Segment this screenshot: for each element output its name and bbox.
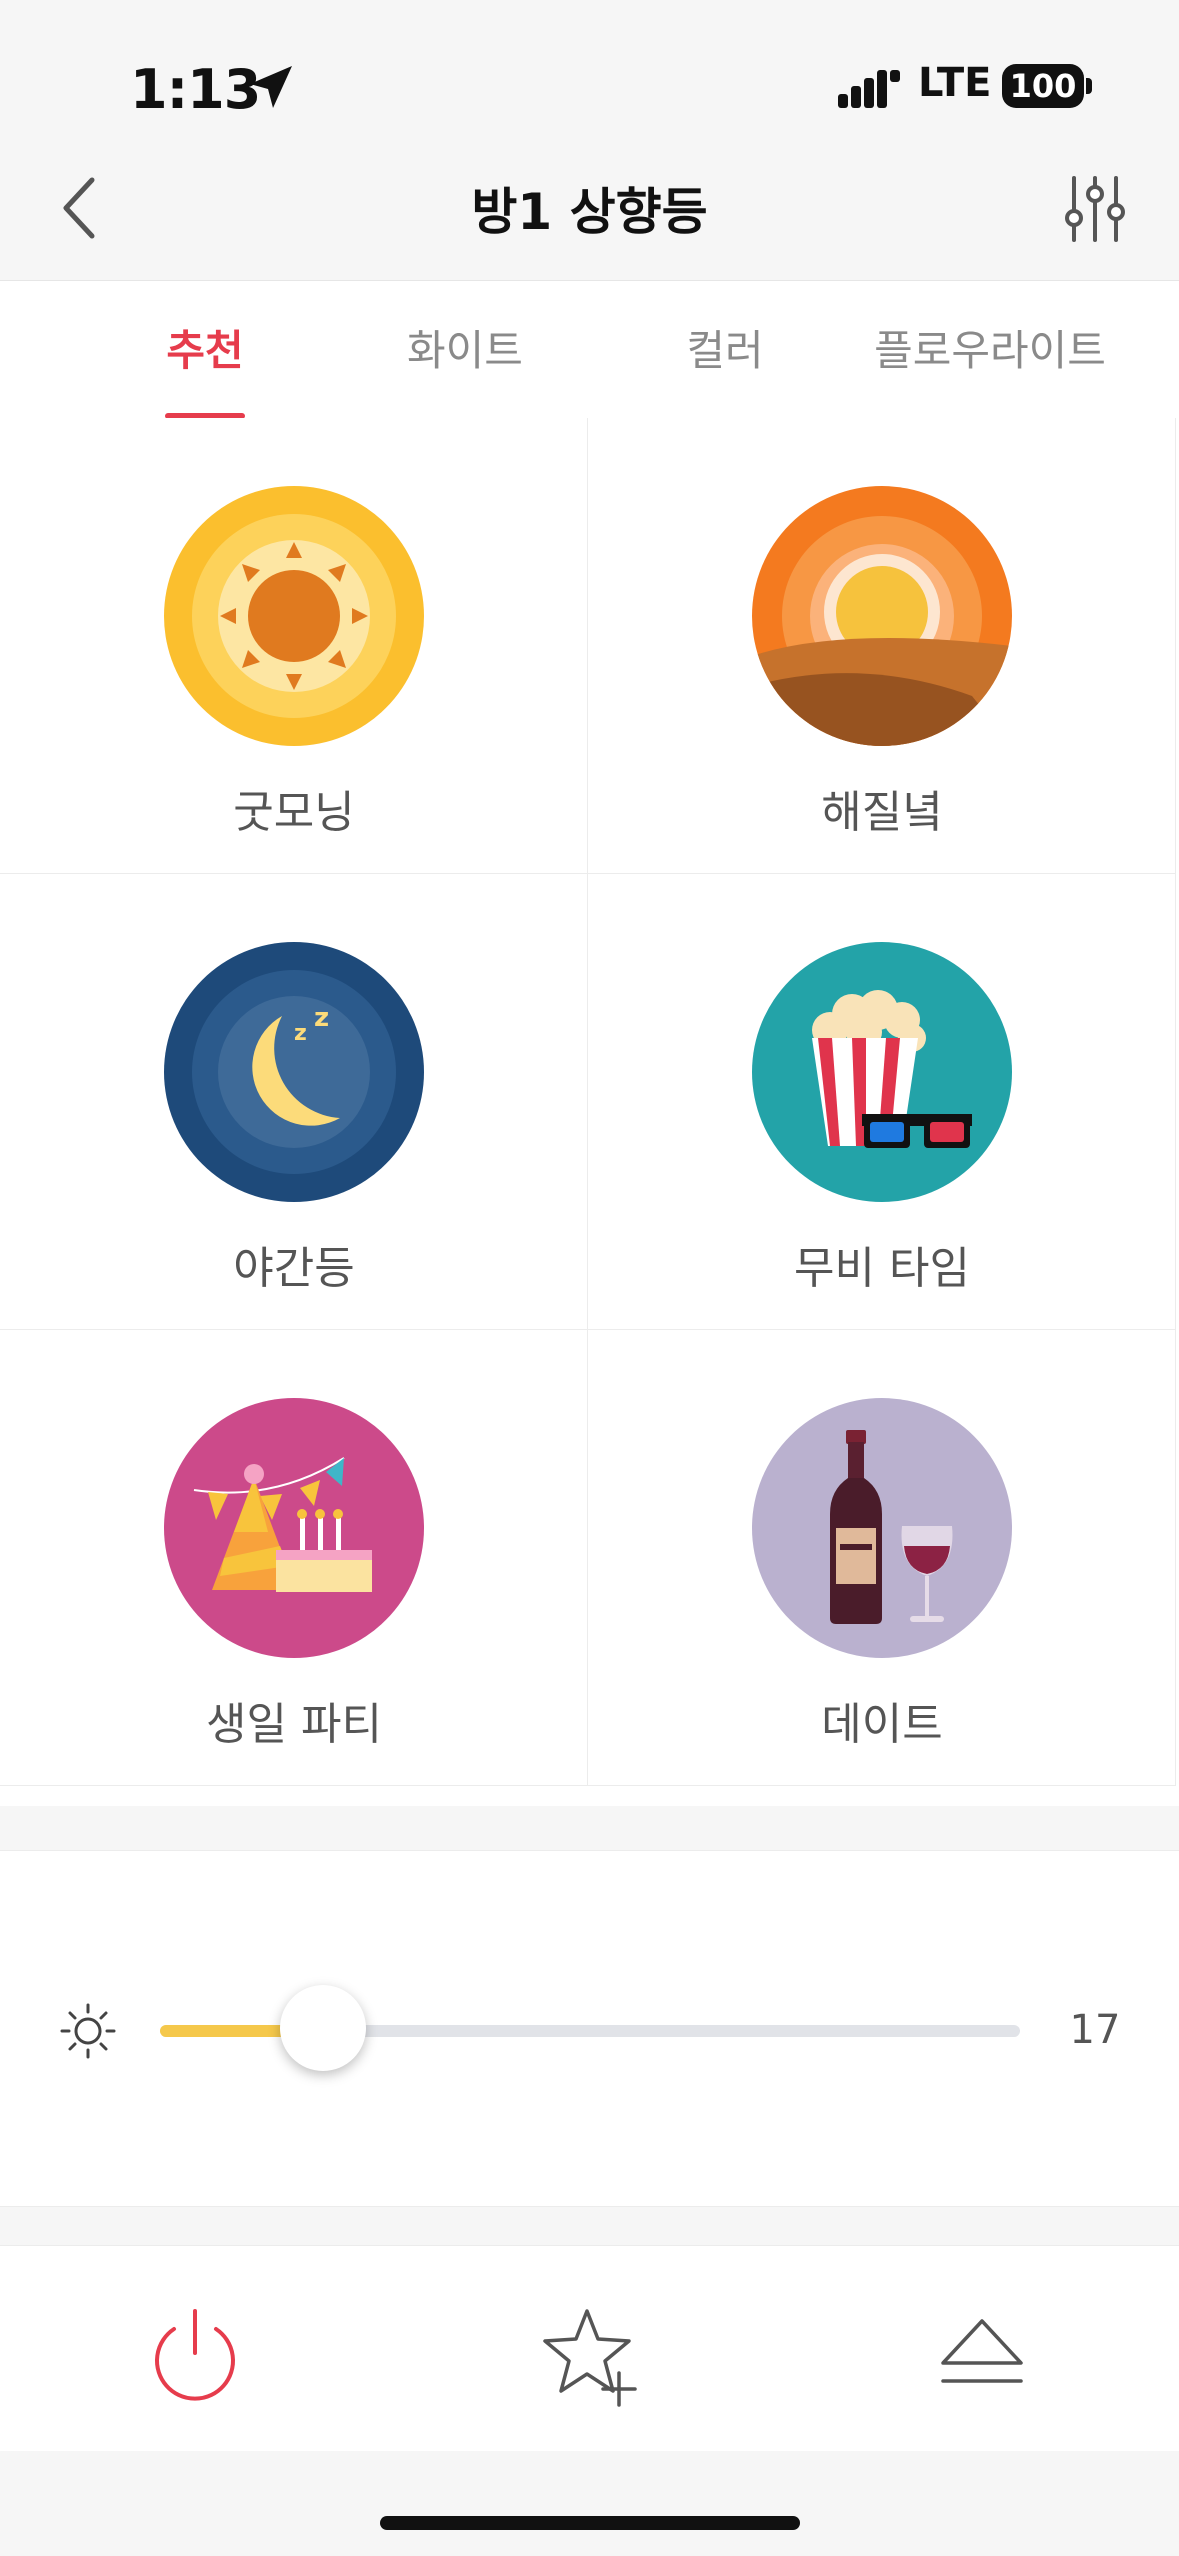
scene-night-light[interactable]: z z 야간등 bbox=[0, 874, 588, 1330]
scene-label: 무비 타임 bbox=[794, 1243, 970, 1294]
scene-sunset[interactable]: 해질녘 bbox=[588, 418, 1176, 874]
popcorn-icon bbox=[752, 942, 1012, 1202]
sunset-icon bbox=[752, 486, 1012, 746]
slider-thumb[interactable] bbox=[280, 1985, 367, 2071]
scene-label: 굿모닝 bbox=[233, 787, 355, 838]
scene-label: 해질녘 bbox=[821, 787, 943, 838]
page-title: 방1 상향등 bbox=[471, 183, 708, 241]
settings-sliders-icon[interactable] bbox=[1060, 174, 1130, 244]
add-favorite-star-icon[interactable] bbox=[535, 2301, 645, 2411]
tab-white[interactable]: 화이트 bbox=[385, 317, 545, 378]
scene-date[interactable]: 데이트 bbox=[588, 1330, 1176, 1786]
party-icon bbox=[164, 1398, 424, 1658]
location-arrow-icon bbox=[250, 66, 292, 108]
scene-birthday-party[interactable]: 생일 파티 bbox=[0, 1330, 588, 1786]
battery-indicator: 100 bbox=[1002, 64, 1084, 108]
scene-good-morning[interactable]: 굿모닝 bbox=[0, 418, 588, 874]
signal-icon bbox=[838, 70, 900, 108]
sun-icon bbox=[164, 486, 424, 746]
eject-icon[interactable] bbox=[927, 2301, 1037, 2411]
scene-label: 생일 파티 bbox=[206, 1699, 382, 1750]
brightness-icon bbox=[60, 2003, 116, 2059]
tab-flowlight[interactable]: 플로우라이트 bbox=[860, 317, 1120, 378]
svg-text:z: z bbox=[294, 1021, 307, 1046]
tab-recommended[interactable]: 추천 bbox=[125, 317, 285, 378]
scene-label: 데이트 bbox=[821, 1699, 943, 1750]
wine-icon bbox=[752, 1398, 1012, 1658]
moon-icon: z z bbox=[164, 942, 424, 1202]
tab-color[interactable]: 컬러 bbox=[645, 317, 805, 378]
brightness-panel: 17 bbox=[0, 1850, 1179, 2207]
scene-movie-time[interactable]: 무비 타임 bbox=[588, 874, 1176, 1330]
scene-grid: 굿모닝 해질녘 z z 야간등 무비 타임 생일 파티 데이트 bbox=[0, 418, 1179, 1806]
scene-label: 야간등 bbox=[233, 1243, 355, 1294]
svg-text:z: z bbox=[314, 1003, 329, 1033]
brightness-value: 17 bbox=[1069, 2007, 1121, 2053]
battery-nub bbox=[1086, 78, 1092, 94]
status-time: 1:13 bbox=[130, 58, 261, 121]
tab-bar: 추천 화이트 컬러 플로우라이트 bbox=[0, 280, 1179, 420]
home-indicator bbox=[380, 2516, 800, 2530]
bottom-action-bar bbox=[0, 2245, 1179, 2451]
network-label: LTE bbox=[918, 60, 992, 106]
power-icon[interactable] bbox=[140, 2301, 250, 2411]
